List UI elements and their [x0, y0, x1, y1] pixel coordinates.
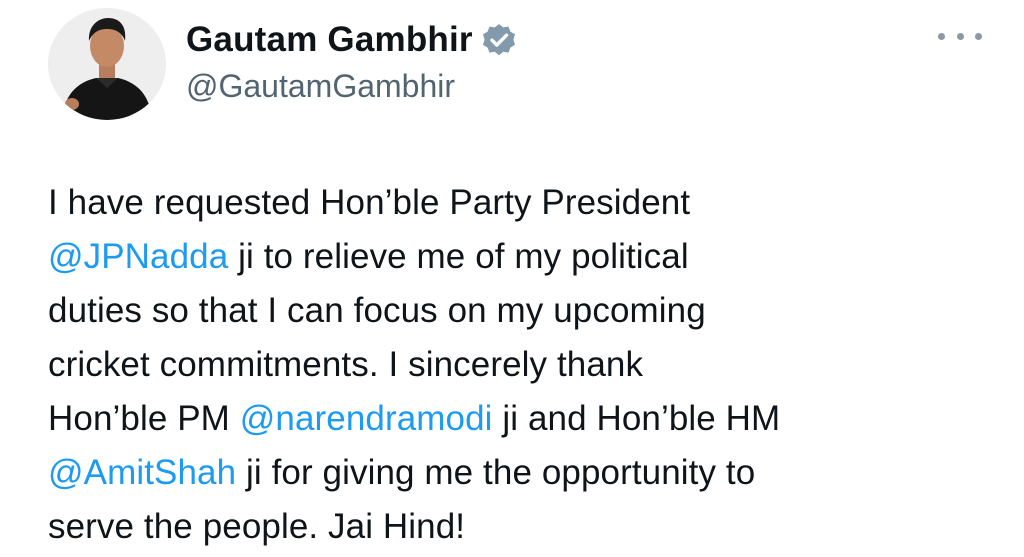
text-segment: ji to relieve me of my political: [228, 237, 689, 276]
tweet-line: duties so that I can focus on my upcomin…: [48, 284, 1008, 338]
mention-link[interactable]: @narendramodi: [240, 399, 493, 438]
mention-link[interactable]: @JPNadda: [48, 237, 228, 276]
text-segment: duties so that I can focus on my upcomin…: [48, 291, 706, 330]
verified-badge-icon[interactable]: [481, 22, 517, 58]
tweet-line: cricket commitments. I sincerely thank: [48, 338, 1008, 392]
author-handle[interactable]: @GautamGambhir: [186, 66, 455, 106]
text-segment: Hon’ble PM: [48, 399, 240, 438]
tweet-line: serve the people. Jai Hind!: [48, 500, 1008, 554]
tweet-line: Hon’ble PM @narendramodi ji and Hon’ble …: [48, 392, 1008, 446]
text-segment: cricket commitments. I sincerely thank: [48, 345, 644, 384]
tweet-card: Gautam Gambhir @GautamGambhir I have req…: [0, 0, 1024, 557]
text-segment: serve the people. Jai Hind!: [48, 507, 466, 546]
text-segment: ji for giving me the opportunity to: [236, 453, 756, 492]
tweet-line: @JPNadda ji to relieve me of my politica…: [48, 230, 1008, 284]
more-dot: [975, 32, 982, 40]
profile-photo-icon: [48, 8, 166, 120]
display-name-text: Gautam Gambhir: [186, 20, 473, 59]
text-segment: I have requested Hon’ble Party President: [48, 183, 691, 222]
avatar[interactable]: [48, 8, 166, 120]
more-options-icon[interactable]: [938, 26, 982, 46]
tweet-text: I have requested Hon’ble Party President…: [48, 176, 1008, 554]
mention-link[interactable]: @AmitShah: [48, 453, 236, 492]
more-dot: [956, 32, 964, 40]
tweet-line: @AmitShah ji for giving me the opportuni…: [48, 446, 1008, 500]
tweet-line: I have requested Hon’ble Party President: [48, 176, 1008, 230]
text-segment: ji and Hon’ble HM: [492, 399, 781, 438]
more-dot: [938, 32, 945, 40]
author-display-name[interactable]: Gautam Gambhir: [186, 18, 517, 62]
